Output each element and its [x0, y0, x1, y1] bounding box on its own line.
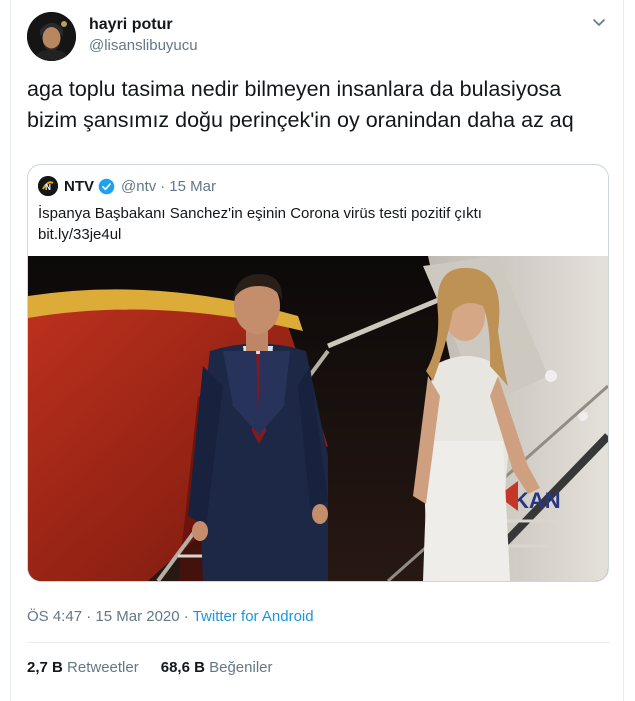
likes-stat[interactable]: 68,6 B Beğeniler — [161, 659, 273, 676]
quoted-tweet[interactable]: N NTV @ntv · 15 Mar İspanya Başbakanı Sa… — [27, 164, 609, 582]
quoted-tweet-photo[interactable]: KAN — [28, 256, 608, 581]
engagement-stats: 2,7 B Retweetler 68,6 B Beğeniler — [27, 659, 295, 676]
tweet-source-link[interactable]: Twitter for Android — [193, 608, 314, 625]
quoted-tweet-link[interactable]: bit.ly/33je4ul — [38, 224, 598, 245]
tweet-date[interactable]: 15 Mar 2020 — [95, 608, 179, 625]
svg-text:N: N — [45, 183, 51, 192]
meta-separator: · — [183, 608, 189, 625]
quoted-tweet-text: İspanya Başbakanı Sanchez'in eşinin Coro… — [38, 203, 598, 245]
ntv-logo-icon: N — [38, 176, 58, 196]
avatar[interactable] — [27, 12, 76, 61]
verified-badge-icon — [98, 178, 115, 194]
retweets-count: 2,7 B — [27, 659, 63, 676]
chevron-down-icon[interactable] — [591, 14, 607, 30]
likes-count: 68,6 B — [160, 659, 205, 676]
author-display-name[interactable]: hayri potur — [89, 16, 173, 34]
avatar-image — [27, 12, 76, 61]
meta-separator: · — [86, 608, 92, 625]
quoted-tweet-header: N NTV @ntv · 15 Mar — [38, 176, 216, 196]
author-handle[interactable]: @lisanslibuyucu — [89, 37, 198, 54]
quoted-tweet-body: İspanya Başbakanı Sanchez'in eşinin Coro… — [38, 205, 482, 222]
meta-separator: · — [160, 177, 166, 195]
tweet-timestamp-row: ÖS 4:47 · 15 Mar 2020 · Twitter for Andr… — [27, 608, 314, 625]
quoted-author-handle: @ntv — [121, 177, 157, 195]
retweets-stat[interactable]: 2,7 B Retweetler — [27, 659, 139, 676]
likes-label: Beğeniler — [209, 659, 273, 676]
tweet-text: aga toplu tasima nedir bilmeyen insanlar… — [27, 77, 574, 132]
quoted-author-name: NTV — [64, 177, 94, 195]
divider — [27, 642, 610, 643]
quoted-tweet-date: 15 Mar — [169, 177, 216, 195]
tweet-time[interactable]: ÖS 4:47 — [27, 608, 82, 625]
retweets-label: Retweetler — [67, 659, 139, 676]
